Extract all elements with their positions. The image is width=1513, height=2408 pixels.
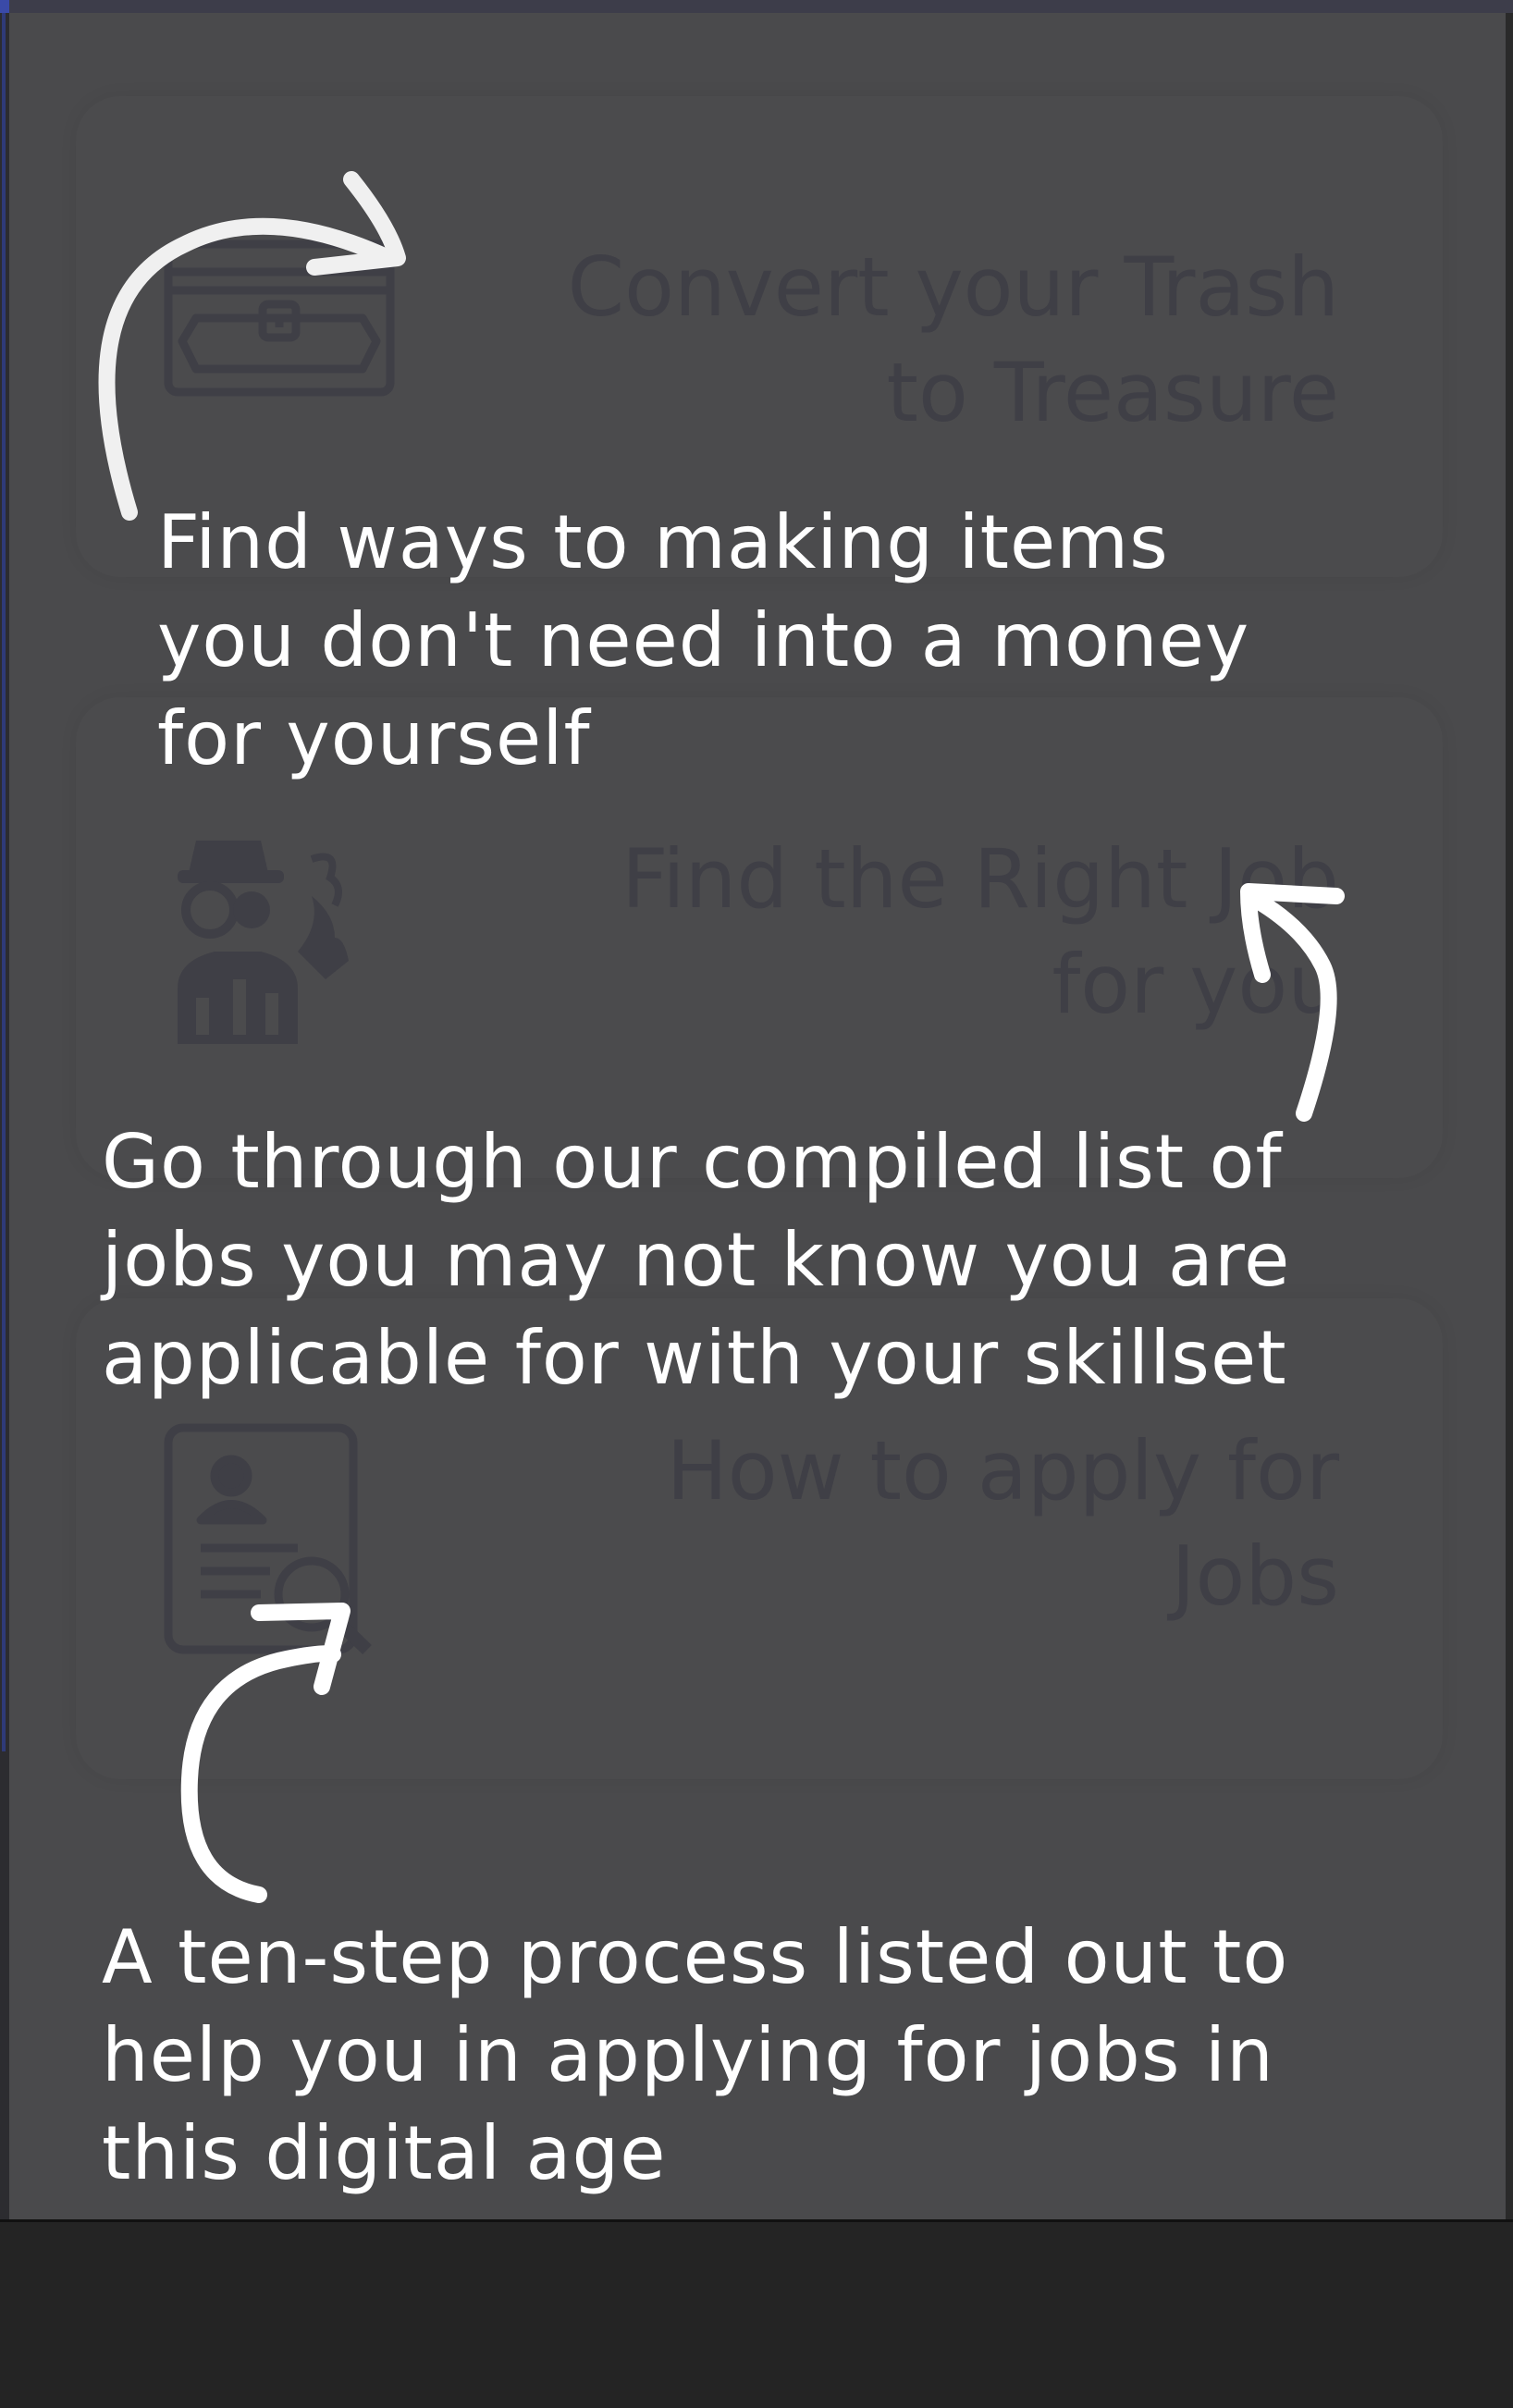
status-bar-accent [0,0,9,13]
card-title: How to apply for Jobs [666,1423,1339,1624]
coachmark-text-jobs: Go through our compiled list of jobs you… [102,1119,1291,1401]
curved-arrow-icon [98,171,406,521]
bottom-navigation-bar [0,2219,1513,2408]
coachmark-text-trash: Find ways to making items you don't need… [157,499,1250,781]
card-title: Convert your Trash to Treasure [567,240,1339,440]
detective-icon [178,841,349,1044]
coachmark-text-apply: A ten-step process listed out to help yo… [102,1914,1289,2196]
screen: Convert your Trash to Treasure Find the … [0,0,1513,2408]
coachmark-overlay[interactable]: Convert your Trash to Treasure Find the … [9,13,1506,2219]
curved-arrow-icon [180,1603,351,1903]
left-edge-accent [2,13,6,1751]
status-bar [0,0,1513,13]
right-edge [1506,13,1513,2405]
curved-arrow-icon [1240,883,1345,1122]
